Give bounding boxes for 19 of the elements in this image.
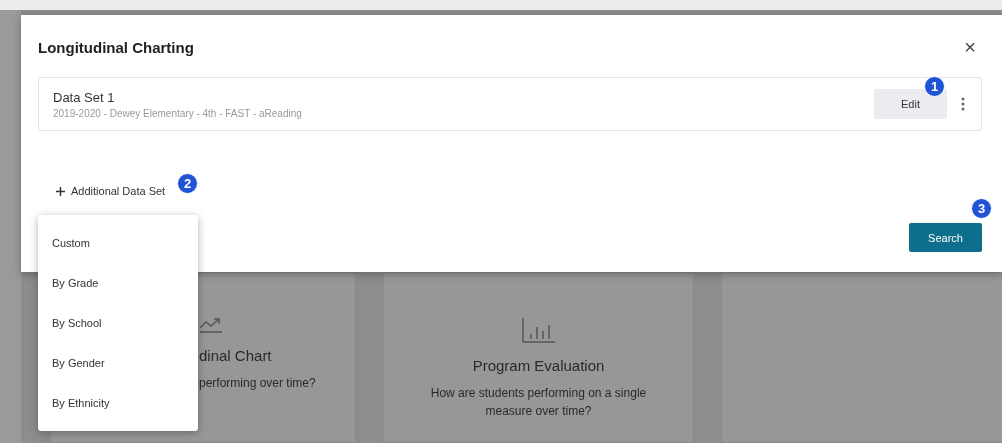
trend-chart-icon <box>199 317 223 333</box>
card-title: dinal Chart <box>199 347 272 364</box>
card-description: How are students performing on a single measure over time? <box>429 385 648 420</box>
data-set-details: 2019-2020 - Dewey Elementary - 4th - FAST - aReading <box>53 107 303 119</box>
more-options-icon[interactable] <box>961 97 965 111</box>
menu-item[interactable]: By Ethnicity <box>38 383 198 423</box>
data-set-name: Data Set 1 <box>53 89 116 105</box>
card-title: Program Evaluation <box>472 357 605 374</box>
add-data-set-button[interactable]: Additional Data Set <box>56 185 166 197</box>
menu-item[interactable]: By School <box>38 303 198 343</box>
menu-item[interactable]: By Gender <box>38 343 198 383</box>
card-description: performing over time? <box>199 375 316 392</box>
plus-icon <box>56 186 65 196</box>
bar-chart-icon <box>521 317 556 343</box>
menu-item[interactable]: By Grade <box>38 263 198 303</box>
dialog-title: Longitudinal Charting <box>38 38 194 56</box>
menu-item[interactable]: Custom <box>38 223 198 263</box>
close-button[interactable]: × <box>964 37 976 57</box>
search-button[interactable]: Search <box>909 223 982 252</box>
